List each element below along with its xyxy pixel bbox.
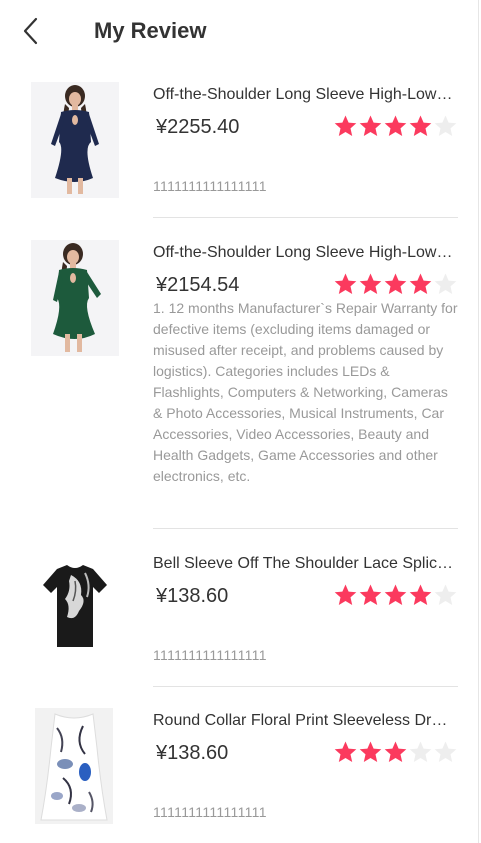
page-edge-line [478,0,479,843]
star-filled-icon [359,741,382,762]
navy-dress-image [31,82,119,198]
star-filled-icon [359,273,382,294]
product-name[interactable]: Bell Sleeve Off The Shoulder Lace Splici… [153,554,455,574]
green-dress-image [31,240,119,356]
star-filled-icon [359,584,382,605]
product-name[interactable]: Off-the-Shoulder Long Sleeve High-Low Dr… [153,243,455,263]
product-price: ¥138.60 [156,742,229,764]
star-filled-icon [409,115,432,136]
star-rating [333,272,458,296]
star-filled-icon [409,273,432,294]
chevron-left-icon [23,17,38,45]
product-thumbnail[interactable] [31,551,119,667]
price-row: ¥2255.40 [153,114,458,144]
product-thumbnail[interactable] [31,82,119,198]
star-rating [333,583,458,607]
review-text: 1111111111111111 [153,647,267,663]
divider [153,686,458,687]
star-filled-icon [384,584,407,605]
back-button[interactable] [14,14,48,48]
star-empty-icon [434,584,457,605]
star-empty-icon [434,741,457,762]
price-row: ¥138.60 [153,740,458,770]
star-empty-icon [434,115,457,136]
star-filled-icon [384,273,407,294]
review-info: Bell Sleeve Off The Shoulder Lace Splici… [153,551,458,666]
product-price: ¥2255.40 [156,116,240,138]
star-filled-icon [384,115,407,136]
review-info: Off-the-Shoulder Long Sleeve High-Low Dr… [153,82,458,197]
product-name[interactable]: Round Collar Floral Print Sleeveless Dre… [153,711,455,731]
star-filled-icon [334,584,357,605]
page-title: My Review [94,18,207,43]
star-filled-icon [359,115,382,136]
header: My Review [0,0,478,64]
product-thumbnail[interactable] [31,240,119,356]
product-price: ¥138.60 [156,585,229,607]
product-thumbnail[interactable] [35,708,113,824]
product-name[interactable]: Off-the-Shoulder Long Sleeve High-Low Dr… [153,85,455,105]
star-empty-icon [409,741,432,762]
review-text: 1111111111111111 [153,178,267,194]
price-row: ¥138.60 [153,583,458,613]
floral-dress-image [35,708,113,824]
black-tshirt-image [31,551,119,667]
star-rating [333,740,458,764]
star-empty-icon [434,273,457,294]
star-filled-icon [334,741,357,762]
review-text: 1111111111111111 [153,804,267,820]
divider [153,217,458,218]
star-rating [333,114,458,138]
review-info: Round Collar Floral Print Sleeveless Dre… [153,708,458,823]
divider [153,528,458,529]
price-row: ¥2154.54 [153,272,458,302]
product-price: ¥2154.54 [156,274,240,296]
star-filled-icon [334,115,357,136]
review-info: Off-the-Shoulder Long Sleeve High-Low Dr… [153,240,458,487]
review-text: 1. 12 months Manufacturer`s Repair Warra… [153,300,458,484]
star-filled-icon [334,273,357,294]
star-filled-icon [384,741,407,762]
star-filled-icon [409,584,432,605]
